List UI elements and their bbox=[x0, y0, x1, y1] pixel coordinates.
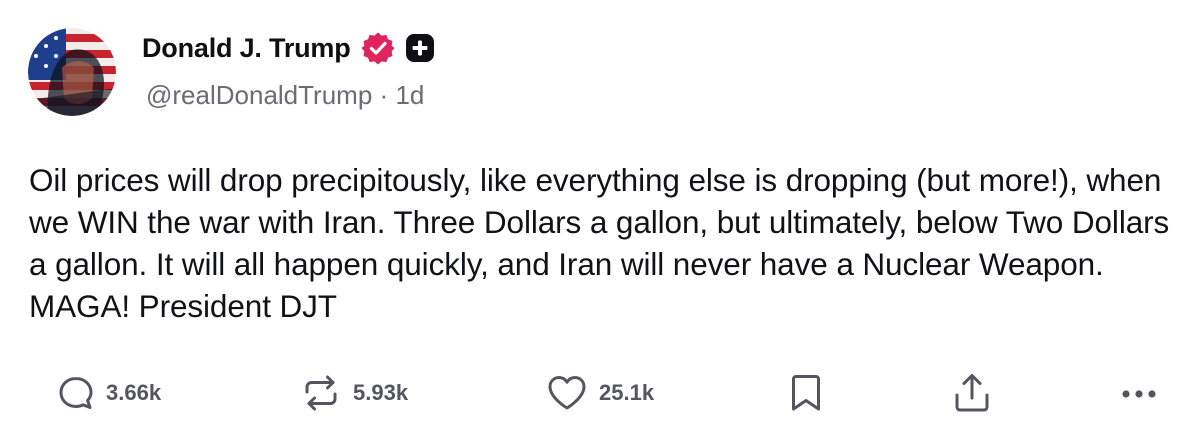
post-card: Donald J. Trump @realDonaldTrump · 1d Oi… bbox=[0, 0, 1200, 432]
more-options-button[interactable] bbox=[1118, 368, 1164, 418]
verified-badge-icon bbox=[361, 32, 395, 65]
repost-count: 5.93k bbox=[353, 380, 409, 405]
reply-icon bbox=[59, 377, 93, 409]
author-display-name[interactable]: Donald J. Trump bbox=[142, 33, 351, 64]
bookmark-icon bbox=[792, 375, 820, 411]
avatar-image bbox=[28, 28, 116, 116]
author-meta: @realDonaldTrump · 1d bbox=[146, 80, 424, 111]
post-timestamp[interactable]: 1d bbox=[395, 80, 424, 110]
author-handle[interactable]: @realDonaldTrump bbox=[146, 80, 372, 110]
post-body: Oil prices will drop precipitously, like… bbox=[29, 162, 1170, 324]
bookmark-button[interactable] bbox=[786, 368, 826, 418]
repost-icon bbox=[305, 375, 337, 411]
reply-button[interactable]: 3.66k bbox=[56, 368, 161, 418]
like-count: 25.1k bbox=[599, 380, 655, 405]
share-icon bbox=[955, 374, 989, 412]
share-button[interactable] bbox=[950, 368, 994, 418]
more-icon bbox=[1122, 390, 1156, 398]
plus-badge-icon bbox=[405, 34, 434, 62]
like-button[interactable]: 25.1k bbox=[545, 368, 654, 418]
reply-count: 3.66k bbox=[106, 380, 162, 405]
author-name-row: Donald J. Trump bbox=[142, 28, 435, 68]
author-avatar[interactable] bbox=[28, 28, 116, 116]
meta-separator: · bbox=[379, 80, 389, 110]
heart-icon bbox=[548, 376, 586, 410]
post-actions: 3.66k 5.93k 25.1k bbox=[0, 368, 1200, 418]
repost-button[interactable]: 5.93k bbox=[299, 368, 408, 418]
